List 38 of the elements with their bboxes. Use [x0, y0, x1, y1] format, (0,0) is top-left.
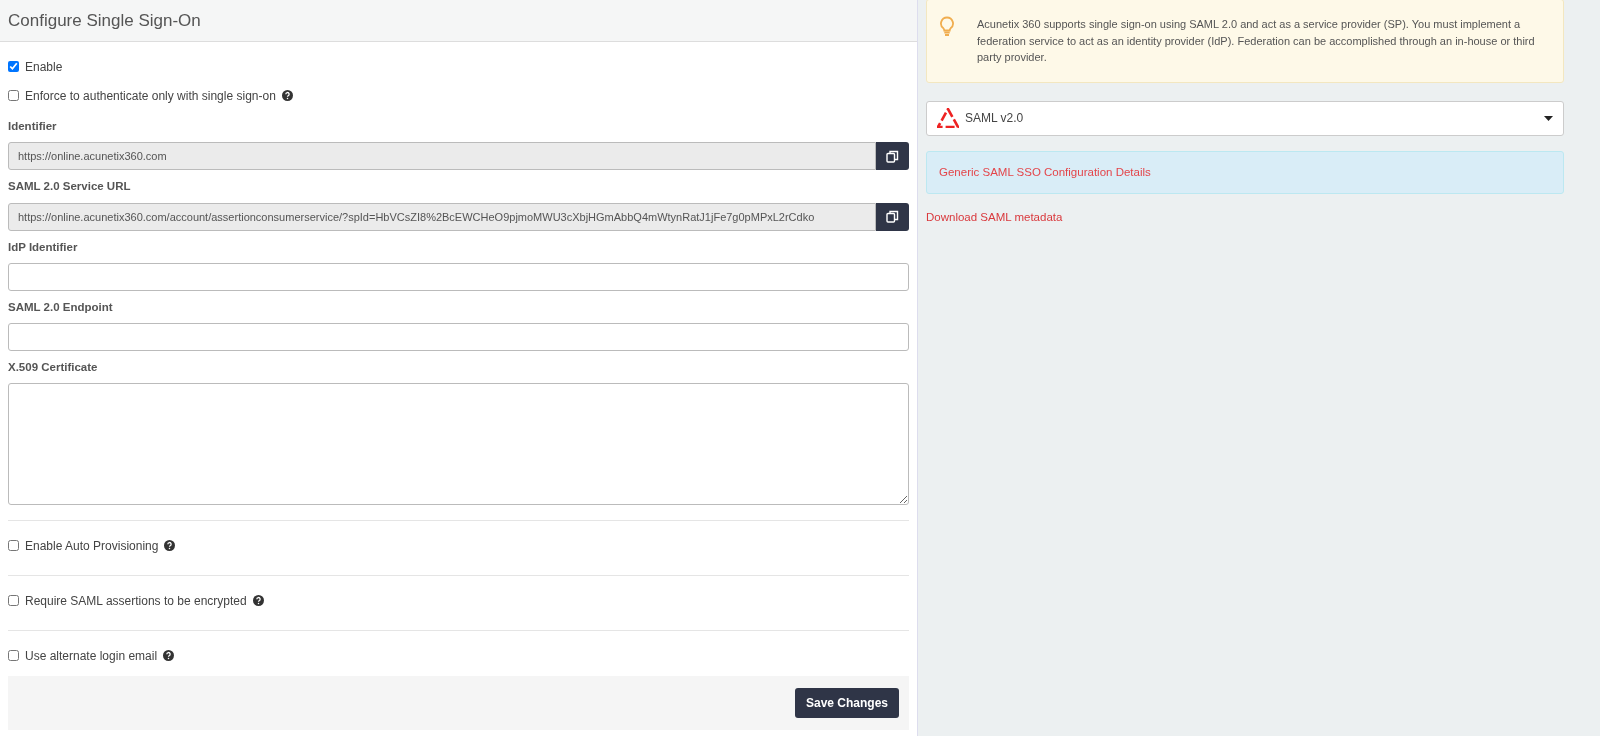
checkbox[interactable]: [8, 90, 19, 101]
checkbox[interactable]: [8, 650, 19, 662]
input-field[interactable]: [8, 262, 909, 291]
provider-select[interactable]: SAML v2.0: [926, 100, 1564, 136]
help-icon[interactable]: [252, 595, 264, 607]
input-field[interactable]: [8, 323, 909, 351]
checkbox-label: Require SAML assertions to be encrypted: [25, 592, 247, 610]
checkbox-label: Enforce to authenticate only with single sign-on: [25, 87, 276, 105]
save-button[interactable]: Save Changes: [794, 688, 899, 719]
field-label: SAML 2.0 Endpoint: [8, 299, 114, 315]
help-icon[interactable]: [163, 650, 175, 662]
checkbox-label: Enable: [25, 58, 63, 76]
select-value: SAML v2.0: [965, 110, 1025, 127]
download-link[interactable]: Download SAML metadata: [926, 208, 1063, 226]
copy-button[interactable]: [876, 202, 909, 231]
copy-button[interactable]: [876, 142, 909, 171]
panel-title: Configure Single Sign-On: [0, 0, 917, 42]
checkbox-label: Use alternate login email: [25, 647, 158, 665]
checkbox[interactable]: [8, 595, 19, 607]
field-label: Identifier: [8, 119, 58, 134]
triangle-logo-icon: [937, 108, 959, 128]
field-label: SAML 2.0 Service URL: [8, 179, 132, 195]
field-label: X.509 Certificate: [8, 360, 99, 375]
checkbox[interactable]: [8, 61, 19, 72]
field-label: IdP Identifier: [8, 239, 79, 255]
help-icon[interactable]: [164, 540, 176, 552]
config-panel[interactable]: Generic SAML SSO Configuration Details: [926, 150, 1564, 194]
input-field[interactable]: https://online.acunetix360.com: [8, 142, 876, 171]
caret-icon: [1544, 115, 1553, 121]
copy-icon: [886, 210, 899, 223]
certificate-field[interactable]: [8, 383, 909, 506]
copy-icon: [886, 149, 899, 163]
checkbox[interactable]: [8, 540, 19, 552]
help-icon[interactable]: [281, 90, 293, 101]
input-field[interactable]: https://online.acunetix360.com/account/assertionconsumerservice/?spId=HbVCsZI8%2BcEWCHeO9pjmoMWU3cXbjHGmAbbQ4mWtynRatJ1jFe7g0pMPxL2rCdko: [8, 202, 876, 231]
info-text: Acunetix 360 supports single sign-on using SAML 2.0 and act as a service provider (SP). You must implement a federation service to act as an identity provider (IdP). Federation can be accomplished through an in-house or third party provider.: [977, 17, 1536, 65]
lightbulb-icon: [939, 16, 955, 38]
checkbox-label: Enable Auto Provisioning: [25, 537, 159, 555]
